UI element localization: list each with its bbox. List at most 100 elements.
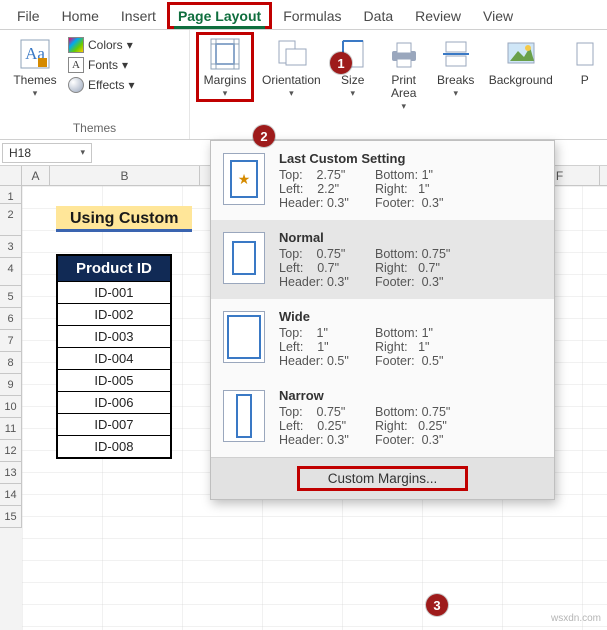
chevron-down-icon: ▾	[128, 78, 134, 92]
print-area-button[interactable]: Print Area ▾	[379, 32, 429, 115]
row-header[interactable]: 3	[0, 236, 22, 258]
chevron-down-icon: ▾	[33, 89, 38, 98]
product-id-table: Product ID ID-001 ID-002 ID-003 ID-004 I…	[56, 254, 172, 459]
row-headers: 1 2 3 4 5 6 7 8 9 10 11 12 13 14 15	[0, 186, 22, 630]
print-titles-button[interactable]: P	[561, 32, 607, 91]
margins-option-narrow[interactable]: Narrow Top: 0.75"Bottom: 0.75" Left: 0.2…	[211, 378, 554, 457]
tab-view[interactable]: View	[472, 2, 524, 29]
chevron-down-icon: ▾	[127, 38, 133, 52]
row-header[interactable]: 5	[0, 286, 22, 308]
margins-icon	[208, 37, 242, 71]
table-cell[interactable]: ID-004	[57, 348, 171, 370]
size-label: Size	[341, 74, 364, 87]
ribbon: Aa Themes ▾ Colors ▾ A Fonts ▾	[0, 30, 607, 140]
orientation-label: Orientation	[262, 74, 321, 87]
row-header[interactable]: 13	[0, 462, 22, 484]
margins-option-wide[interactable]: Wide Top: 1"Bottom: 1" Left: 1"Right: 1"…	[211, 299, 554, 378]
margins-option-normal[interactable]: Normal Top: 0.75"Bottom: 0.75" Left: 0.7…	[211, 220, 554, 299]
select-all-triangle[interactable]	[0, 166, 22, 185]
callout-3: 3	[426, 594, 448, 616]
row-header[interactable]: 6	[0, 308, 22, 330]
table-cell[interactable]: ID-002	[57, 304, 171, 326]
option-title: Wide	[279, 309, 540, 324]
watermark: wsxdn.com	[551, 613, 601, 624]
themes-group-label: Themes	[6, 121, 183, 137]
breaks-icon	[439, 37, 473, 71]
option-title: Narrow	[279, 388, 540, 403]
print-area-icon	[387, 37, 421, 71]
orientation-button[interactable]: Orientation ▾	[256, 32, 327, 102]
margins-label: Margins	[204, 74, 247, 87]
option-title: Normal	[279, 230, 540, 245]
row-header[interactable]: 7	[0, 330, 22, 352]
chevron-down-icon: ▾	[350, 89, 355, 98]
fonts-label: Fonts	[88, 58, 118, 72]
row-header[interactable]: 2	[0, 204, 22, 236]
table-cell[interactable]: ID-006	[57, 392, 171, 414]
effects-button[interactable]: Effects ▾	[66, 76, 137, 94]
margins-custom-row[interactable]: Custom Margins...	[211, 457, 554, 499]
themes-icon: Aa	[18, 37, 52, 71]
colors-button[interactable]: Colors ▾	[66, 36, 137, 54]
tab-page-layout[interactable]: Page Layout	[167, 2, 272, 29]
table-cell[interactable]: ID-003	[57, 326, 171, 348]
breaks-label: Breaks	[437, 74, 474, 87]
colors-icon	[68, 37, 84, 53]
tab-data[interactable]: Data	[353, 2, 405, 29]
col-header-b[interactable]: B	[50, 166, 200, 185]
chevron-down-icon[interactable]: ▾	[80, 147, 85, 158]
print-area-label: Print Area	[391, 74, 416, 100]
row-header[interactable]: 9	[0, 374, 22, 396]
fonts-icon: A	[68, 57, 84, 73]
row-header[interactable]: 11	[0, 418, 22, 440]
callout-1: 1	[330, 52, 352, 74]
margins-dropdown: ★ Last Custom Setting Top: 2.75"Bottom: …	[210, 140, 555, 500]
tab-file[interactable]: File	[6, 2, 51, 29]
tab-home[interactable]: Home	[51, 2, 110, 29]
table-cell[interactable]: ID-008	[57, 436, 171, 459]
section-banner: Using Custom	[56, 206, 192, 232]
print-titles-label: P	[581, 74, 589, 87]
orientation-icon	[274, 37, 308, 71]
margin-preview-icon	[223, 232, 265, 284]
row-header[interactable]: 10	[0, 396, 22, 418]
fonts-button[interactable]: A Fonts ▾	[66, 56, 137, 74]
background-icon	[504, 37, 538, 71]
callout-2: 2	[253, 125, 275, 147]
col-header-a[interactable]: A	[22, 166, 50, 185]
row-header[interactable]: 14	[0, 484, 22, 506]
margin-preview-icon: ★	[223, 153, 265, 205]
themes-button[interactable]: Aa Themes ▾	[6, 32, 64, 102]
themes-label: Themes	[13, 74, 56, 87]
chevron-down-icon: ▾	[453, 89, 458, 98]
breaks-button[interactable]: Breaks ▾	[431, 32, 481, 102]
margins-button[interactable]: Margins ▾	[196, 32, 254, 102]
background-button[interactable]: Background	[483, 32, 559, 91]
tab-formulas[interactable]: Formulas	[272, 2, 352, 29]
custom-margins-menu-item[interactable]: Custom Margins...	[297, 466, 469, 491]
background-label: Background	[489, 74, 553, 87]
ribbon-tabs: File Home Insert Page Layout Formulas Da…	[0, 0, 607, 30]
table-cell[interactable]: ID-007	[57, 414, 171, 436]
chevron-down-icon: ▾	[289, 89, 294, 98]
chevron-down-icon: ▾	[401, 102, 406, 111]
colors-label: Colors	[88, 38, 123, 52]
margin-preview-icon	[223, 390, 265, 442]
table-cell[interactable]: ID-005	[57, 370, 171, 392]
row-header[interactable]: 4	[0, 258, 22, 286]
margins-option-last-custom[interactable]: ★ Last Custom Setting Top: 2.75"Bottom: …	[211, 141, 554, 220]
print-titles-icon	[575, 37, 595, 71]
margin-preview-icon	[223, 311, 265, 363]
row-header[interactable]: 15	[0, 506, 22, 528]
name-box-value: H18	[9, 146, 31, 160]
row-header[interactable]: 1	[0, 186, 22, 204]
tab-review[interactable]: Review	[404, 2, 472, 29]
chevron-down-icon: ▾	[122, 58, 128, 72]
row-header[interactable]: 8	[0, 352, 22, 374]
name-box[interactable]: H18 ▾	[2, 143, 92, 163]
row-header[interactable]: 12	[0, 440, 22, 462]
effects-icon	[68, 77, 84, 93]
chevron-down-icon: ▾	[223, 89, 228, 98]
tab-insert[interactable]: Insert	[110, 2, 167, 29]
table-cell[interactable]: ID-001	[57, 282, 171, 304]
